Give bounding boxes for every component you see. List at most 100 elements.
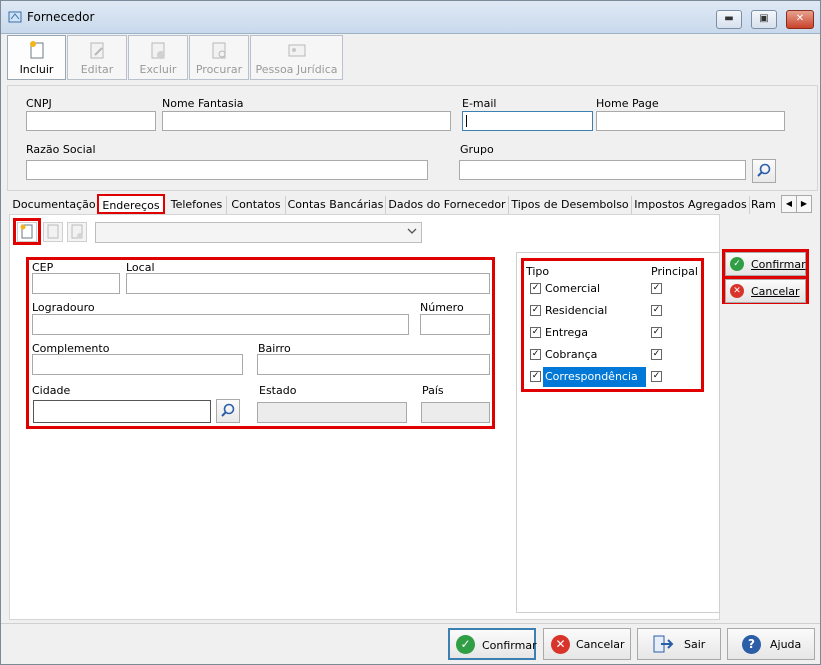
- tab-impostos-agregados[interactable]: Impostos Agregados: [632, 196, 750, 214]
- razao-social-label: Razão Social: [26, 143, 96, 156]
- fornecedor-window: Fornecedor ▬ ▣ ✕ Incluir Editar Excluir: [0, 0, 821, 665]
- maximize-button[interactable]: ▣: [751, 10, 777, 29]
- delete-document-icon: [151, 42, 165, 59]
- incluir-button[interactable]: Incluir: [7, 35, 66, 80]
- incluir-label: Incluir: [19, 63, 54, 76]
- tipo-label: Entrega: [545, 326, 589, 339]
- confirmar-button[interactable]: ✓ Confirmar: [448, 628, 537, 660]
- numero-field[interactable]: [420, 314, 490, 335]
- sair-button[interactable]: Sair: [637, 628, 721, 660]
- principal-checkbox[interactable]: ✓: [651, 305, 662, 316]
- principal-checkbox[interactable]: ✓: [651, 327, 662, 338]
- principal-checkbox[interactable]: ✓: [651, 371, 662, 382]
- side-confirmar-button[interactable]: ✓ Confirmar: [725, 252, 806, 276]
- sair-label: Sair: [684, 638, 706, 651]
- edit-document-icon: [90, 42, 104, 59]
- cidade-search-button[interactable]: [216, 399, 240, 423]
- tipo-checkbox[interactable]: ✓: [530, 349, 541, 360]
- principal-column-header: Principal: [651, 265, 698, 278]
- edit-document-icon: [47, 224, 59, 239]
- address-selector[interactable]: [95, 222, 422, 243]
- pais-label: País: [422, 384, 444, 397]
- ajuda-button[interactable]: ? Ajuda: [727, 628, 815, 660]
- bairro-field[interactable]: [257, 354, 490, 375]
- tab-documentacao[interactable]: Documentação: [11, 196, 98, 214]
- grupo-label: Grupo: [460, 143, 494, 156]
- add-address-button[interactable]: [17, 222, 37, 242]
- tab-ram[interactable]: Ram: [751, 196, 779, 214]
- tipo-checkbox[interactable]: ✓: [530, 305, 541, 316]
- complemento-field[interactable]: [32, 354, 243, 375]
- grupo-search-button[interactable]: [752, 159, 776, 183]
- razao-social-field[interactable]: [26, 160, 428, 180]
- email-field[interactable]: [462, 111, 593, 131]
- editar-button[interactable]: Editar: [67, 35, 127, 80]
- side-cancelar-label: Cancelar: [751, 285, 800, 298]
- text-cursor: [466, 115, 467, 127]
- tipo-row[interactable]: ✓ Residencial ✓: [525, 300, 700, 322]
- local-field[interactable]: [126, 273, 490, 294]
- tipo-row-selected[interactable]: ✓ Correspondência ✓: [525, 366, 700, 388]
- principal-checkbox[interactable]: ✓: [651, 283, 662, 294]
- logradouro-field[interactable]: [32, 314, 409, 335]
- nome-fantasia-label: Nome Fantasia: [162, 97, 244, 110]
- tab-contatos[interactable]: Contatos: [227, 196, 286, 214]
- tab-scroll-right-button[interactable]: ▶: [796, 195, 812, 213]
- search-icon: [757, 163, 771, 177]
- pessoa-juridica-button[interactable]: Pessoa Jurídica: [250, 35, 343, 80]
- cep-field[interactable]: [32, 273, 120, 294]
- nome-fantasia-field[interactable]: [162, 111, 451, 131]
- minimize-button[interactable]: ▬: [716, 10, 742, 29]
- new-document-icon: [29, 41, 43, 59]
- help-icon: ?: [742, 635, 761, 654]
- tipo-checkbox[interactable]: ✓: [530, 327, 541, 338]
- logradouro-label: Logradouro: [32, 301, 95, 314]
- new-document-icon: [20, 224, 33, 239]
- pais-field[interactable]: [421, 402, 490, 423]
- app-icon: [8, 11, 22, 23]
- principal-checkbox[interactable]: ✓: [651, 349, 662, 360]
- tipo-label: Residencial: [545, 304, 608, 317]
- tipo-label: Cobrança: [545, 348, 598, 361]
- tipo-list: ✓ Comercial ✓ ✓ Residencial ✓ ✓ Entrega …: [525, 278, 700, 388]
- edit-address-button[interactable]: [43, 222, 63, 242]
- home-page-field[interactable]: [596, 111, 785, 131]
- tab-strip: Documentação Endereços Telefones Contato…: [11, 194, 812, 215]
- tipo-column-header: Tipo: [526, 265, 550, 278]
- estado-label: Estado: [259, 384, 297, 397]
- tab-contas-bancarias[interactable]: Contas Bancárias: [286, 196, 386, 214]
- close-button[interactable]: ✕: [786, 10, 814, 29]
- side-cancelar-button[interactable]: ✕ Cancelar: [725, 279, 806, 303]
- window-title: Fornecedor: [27, 10, 95, 24]
- tipo-row[interactable]: ✓ Comercial ✓: [525, 278, 700, 300]
- email-label: E-mail: [462, 97, 497, 110]
- tab-tipos-desembolso[interactable]: Tipos de Desembolso: [509, 196, 632, 214]
- cnpj-label: CNPJ: [26, 97, 52, 110]
- procurar-button[interactable]: Procurar: [189, 35, 249, 80]
- tipo-row[interactable]: ✓ Entrega ✓: [525, 322, 700, 344]
- tab-scroll-left-button[interactable]: ◀: [781, 195, 797, 213]
- tab-dados-fornecedor[interactable]: Dados do Fornecedor: [386, 196, 509, 214]
- excluir-button[interactable]: Excluir: [128, 35, 188, 80]
- grupo-field[interactable]: [459, 160, 746, 180]
- cidade-field[interactable]: [33, 400, 211, 423]
- tab-enderecos[interactable]: Endereços: [97, 194, 165, 214]
- bottom-separator: [1, 623, 820, 624]
- tipo-row[interactable]: ✓ Cobrança ✓: [525, 344, 700, 366]
- excluir-label: Excluir: [139, 63, 177, 76]
- pessoa-juridica-label: Pessoa Jurídica: [255, 63, 338, 76]
- cancel-icon: ✕: [551, 635, 570, 654]
- tipo-checkbox[interactable]: ✓: [530, 371, 541, 382]
- tab-telefones[interactable]: Telefones: [167, 196, 227, 214]
- side-confirmar-label: Confirmar: [751, 258, 806, 271]
- cidade-label: Cidade: [32, 384, 71, 397]
- header-panel: CNPJ Nome Fantasia E-mail Home Page Razã…: [7, 85, 818, 191]
- delete-address-button[interactable]: [67, 222, 87, 242]
- cancelar-button[interactable]: ✕ Cancelar: [543, 628, 631, 660]
- procurar-label: Procurar: [195, 63, 243, 76]
- exit-icon: [653, 635, 674, 653]
- tipo-checkbox[interactable]: ✓: [530, 283, 541, 294]
- estado-field[interactable]: [257, 402, 407, 423]
- cancel-icon: ✕: [730, 284, 744, 298]
- cnpj-field[interactable]: [26, 111, 156, 131]
